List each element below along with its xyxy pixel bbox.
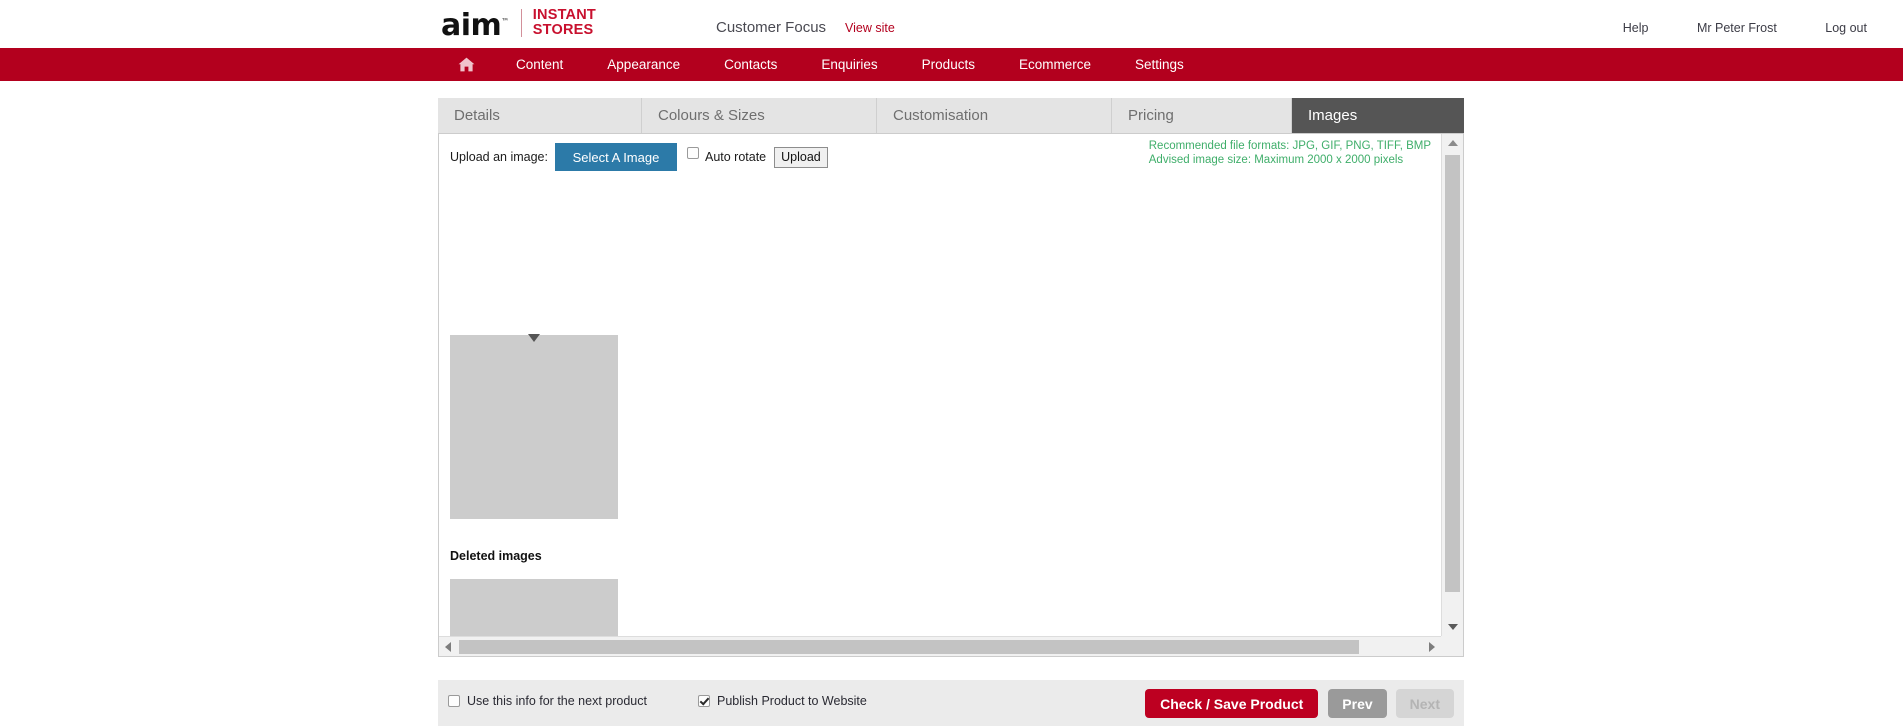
deleted-image-placeholder[interactable]	[450, 579, 618, 636]
help-link[interactable]: Help	[1623, 21, 1649, 35]
vertical-scrollbar[interactable]	[1441, 134, 1463, 636]
logo-trademark: ™	[501, 17, 509, 26]
logo-instant-stores: INSTANT STORES	[533, 8, 596, 38]
main-navigation-items: Content Appearance Contacts Enquiries Pr…	[441, 48, 1206, 81]
vertical-scrollbar-thumb[interactable]	[1445, 155, 1460, 592]
reuse-info-checkbox[interactable]	[448, 695, 460, 707]
logo-aim-text: aim™	[441, 8, 509, 43]
logout-link[interactable]: Log out	[1825, 21, 1903, 35]
arrow-down-icon	[1447, 624, 1458, 630]
logo-divider	[520, 9, 522, 37]
main-navigation: Content Appearance Contacts Enquiries Pr…	[0, 48, 1903, 81]
home-icon	[458, 57, 475, 72]
deleted-images-heading: Deleted images	[450, 549, 542, 563]
tab-details[interactable]: Details	[438, 98, 642, 133]
arrow-left-icon	[445, 641, 451, 652]
nav-item-settings[interactable]: Settings	[1113, 48, 1206, 81]
horizontal-scrollbar[interactable]	[439, 636, 1441, 656]
nav-item-appearance[interactable]: Appearance	[585, 48, 702, 81]
account-links: Help Mr Peter Frost Log out	[1283, 19, 1903, 37]
recommended-formats-text: Recommended file formats: JPG, GIF, PNG,…	[1148, 140, 1431, 152]
tab-colours-sizes[interactable]: Colours & Sizes	[642, 98, 877, 133]
images-panel: Upload an image: Select A Image Auto rot…	[438, 133, 1464, 657]
check-save-product-button[interactable]: Check / Save Product	[1145, 689, 1319, 718]
site-title: Customer Focus	[716, 19, 827, 36]
nav-item-products[interactable]: Products	[900, 48, 997, 81]
nav-item-ecommerce[interactable]: Ecommerce	[997, 48, 1113, 81]
tab-images[interactable]: Images	[1292, 98, 1464, 133]
upload-an-image-label: Upload an image:	[450, 150, 548, 164]
product-tabs: Details Colours & Sizes Customisation Pr…	[438, 98, 1464, 133]
advised-size-text: Advised image size: Maximum 2000 x 2000 …	[1148, 154, 1404, 166]
nav-item-content[interactable]: Content	[494, 48, 585, 81]
arrow-right-icon	[1429, 641, 1435, 652]
horizontal-scrollbar-thumb[interactable]	[459, 640, 1359, 654]
view-site-link[interactable]: View site	[845, 21, 895, 35]
next-button: Next	[1395, 689, 1454, 718]
scroll-up-button[interactable]	[1442, 134, 1463, 152]
images-panel-content: Upload an image: Select A Image Auto rot…	[439, 134, 1441, 636]
logo-instant-line2: STORES	[532, 22, 594, 38]
publish-product-checkbox[interactable]	[698, 695, 710, 707]
scrollbar-corner	[1441, 636, 1463, 656]
tab-customisation[interactable]: Customisation	[877, 98, 1112, 133]
logo-instant-line1: INSTANT	[532, 7, 596, 23]
user-account-link[interactable]: Mr Peter Frost	[1697, 21, 1777, 35]
nav-item-home[interactable]	[441, 48, 494, 81]
auto-rotate-label: Auto rotate	[704, 150, 767, 164]
upload-button[interactable]: Upload	[774, 146, 828, 168]
scroll-down-button[interactable]	[1442, 618, 1463, 636]
upload-controls-row: Upload an image: Select A Image Auto rot…	[450, 143, 828, 171]
brand-logo[interactable]: aim™ INSTANT STORES	[441, 6, 596, 43]
reuse-info-checkbox-row[interactable]: Use this info for the next product	[448, 694, 647, 708]
arrow-up-icon	[1447, 140, 1458, 146]
form-buttons: Check / Save Product Prev Next	[1145, 689, 1454, 718]
file-format-note: Recommended file formats: JPG, GIF, PNG,…	[1149, 139, 1431, 167]
product-image-placeholder[interactable]	[450, 334, 618, 519]
auto-rotate-checkbox[interactable]	[686, 147, 699, 159]
reuse-info-label: Use this info for the next product	[467, 694, 647, 708]
form-action-bar: Use this info for the next product Publi…	[438, 680, 1464, 726]
nav-item-enquiries[interactable]: Enquiries	[799, 48, 899, 81]
tab-pricing[interactable]: Pricing	[1112, 98, 1292, 133]
top-header: aim™ INSTANT STORES Customer Focus View …	[0, 0, 1903, 48]
select-image-button[interactable]: Select A Image	[554, 143, 677, 171]
scroll-right-button[interactable]	[1423, 637, 1441, 656]
publish-product-checkbox-row[interactable]: Publish Product to Website	[698, 694, 867, 708]
publish-product-label: Publish Product to Website	[717, 694, 867, 708]
prev-button[interactable]: Prev	[1328, 689, 1387, 718]
scroll-left-button[interactable]	[439, 637, 457, 656]
caret-down-icon	[528, 334, 540, 342]
nav-item-contacts[interactable]: Contacts	[702, 48, 799, 81]
